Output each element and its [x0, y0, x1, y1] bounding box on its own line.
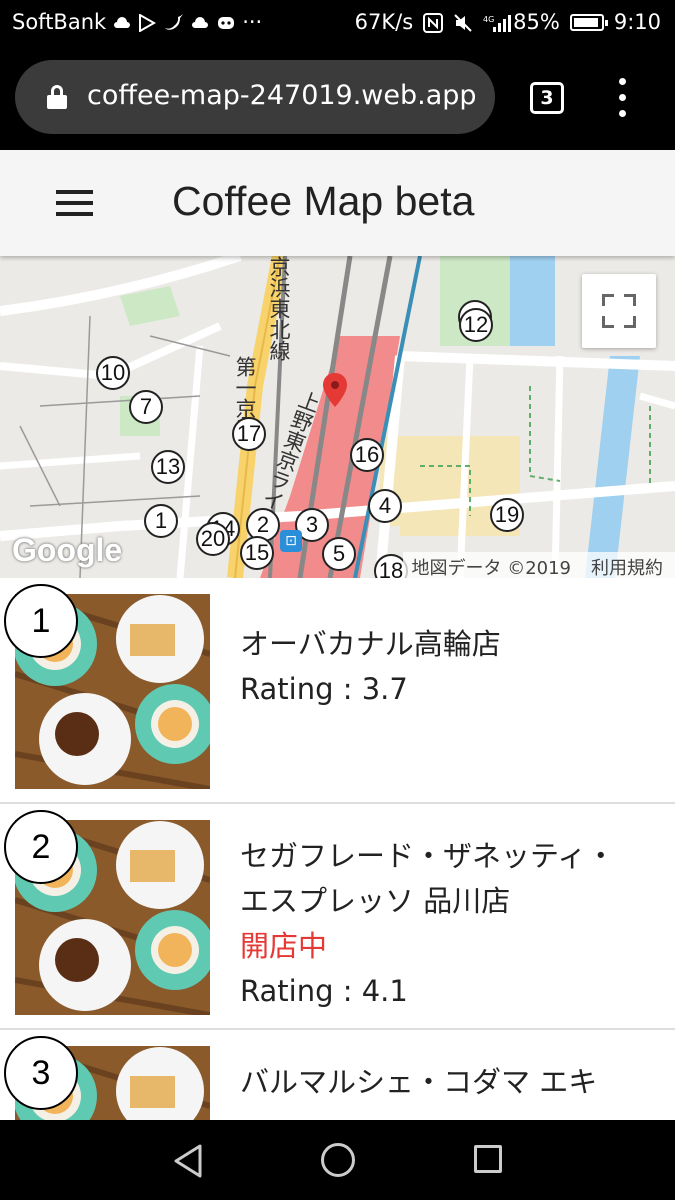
system-nav-bar — [0, 1120, 675, 1200]
map-marker[interactable]: 16 — [350, 438, 384, 472]
map-background — [0, 256, 675, 578]
play-store-icon — [138, 13, 158, 33]
shop-info: オーバカナル高輪店 Rating : 3.7 — [240, 622, 640, 712]
location-pin-icon[interactable] — [322, 372, 348, 408]
clock: 9:10 — [613, 10, 661, 34]
shop-info: バルマルシェ・コダマ エキ — [240, 1060, 640, 1105]
svg-text:4G: 4G — [483, 15, 494, 24]
map-marker[interactable]: 20 — [196, 522, 230, 556]
lock-icon — [47, 85, 67, 109]
shop-name: バルマルシェ・コダマ エキ — [240, 1065, 598, 1099]
browser-menu-icon[interactable] — [612, 78, 632, 118]
map-marker[interactable]: 15 — [240, 536, 274, 570]
carrier-label: SoftBank — [12, 10, 107, 34]
shop-number-badge: 1 — [4, 584, 78, 658]
map-view[interactable]: 京浜東北線 上野東京ライン 第一京浜 12 10 7 17 16 13 4 19… — [0, 256, 675, 578]
network-speed: 67K/s — [354, 10, 414, 34]
map-data-credit: 地図データ ©2019 — [411, 558, 571, 578]
recent-apps-icon[interactable] — [474, 1145, 502, 1173]
nfc-icon — [423, 13, 444, 33]
list-item[interactable]: 2 セガフレード・ザネッティ・エスプレッソ 品川店 開店中 Rating : 4… — [0, 804, 675, 1030]
mute-icon — [453, 13, 473, 32]
map-attribution: 地図データ ©2019 利用規約 — [403, 552, 675, 578]
more-notifications-icon: ··· — [242, 10, 263, 34]
terms-link[interactable]: 利用規約 — [591, 554, 663, 578]
tab-switcher-button[interactable]: 3 — [530, 82, 564, 114]
twitter-icon — [164, 13, 184, 31]
train-station-icon: ⊡ — [280, 530, 302, 552]
map-marker[interactable]: 19 — [490, 498, 524, 532]
shop-number-badge: 3 — [4, 1036, 78, 1110]
map-marker[interactable]: 12 — [459, 308, 493, 342]
signal-icon: 4G — [483, 13, 512, 32]
back-icon[interactable] — [172, 1144, 204, 1178]
shop-rating: Rating : 3.7 — [240, 672, 408, 706]
google-logo: Google — [12, 532, 123, 568]
url-text[interactable]: coffee-map-247019.web.app — [87, 80, 477, 111]
discord-icon — [216, 13, 236, 31]
road-label-keihin-tohoku: 京浜東北線 — [267, 256, 291, 361]
map-marker[interactable]: 10 — [96, 356, 130, 390]
list-item[interactable]: 1 オーバカナル高輪店 Rating : 3.7 — [0, 578, 675, 804]
shop-name: オーバカナル高輪店 — [240, 627, 501, 661]
status-bar: SoftBank ··· 67K/s 4G 85% 9:10 — [0, 0, 675, 46]
battery-percent: 85% — [513, 10, 560, 34]
menu-icon[interactable] — [56, 190, 93, 216]
weather-icon — [112, 13, 132, 31]
shop-list: 1 オーバカナル高輪店 Rating : 3.7 2 セガフレード・ザネッティ・… — [0, 578, 675, 1200]
app-bar: Coffee Map beta — [0, 150, 675, 256]
shop-number-badge: 2 — [4, 810, 78, 884]
shop-rating: Rating : 4.1 — [240, 974, 408, 1008]
map-marker[interactable]: 1 — [144, 504, 178, 538]
open-status-badge: 開店中 — [240, 929, 328, 963]
battery-icon — [569, 13, 608, 31]
map-marker[interactable]: 13 — [151, 450, 185, 484]
page-title: Coffee Map beta — [172, 178, 475, 224]
map-marker[interactable]: 4 — [368, 489, 402, 523]
fullscreen-button[interactable] — [582, 274, 656, 348]
home-icon[interactable] — [321, 1143, 355, 1177]
shop-name: セガフレード・ザネッティ・エスプレッソ 品川店 — [240, 839, 616, 918]
map-marker[interactable]: 7 — [129, 390, 163, 424]
shop-info: セガフレード・ザネッティ・エスプレッソ 品川店 開店中 Rating : 4.1 — [240, 834, 640, 1014]
cloud-icon — [190, 13, 210, 31]
map-marker[interactable]: 17 — [232, 417, 266, 451]
map-marker[interactable]: 5 — [322, 537, 356, 571]
browser-toolbar: coffee-map-247019.web.app 3 — [0, 46, 675, 150]
url-bar[interactable]: coffee-map-247019.web.app — [15, 60, 495, 134]
